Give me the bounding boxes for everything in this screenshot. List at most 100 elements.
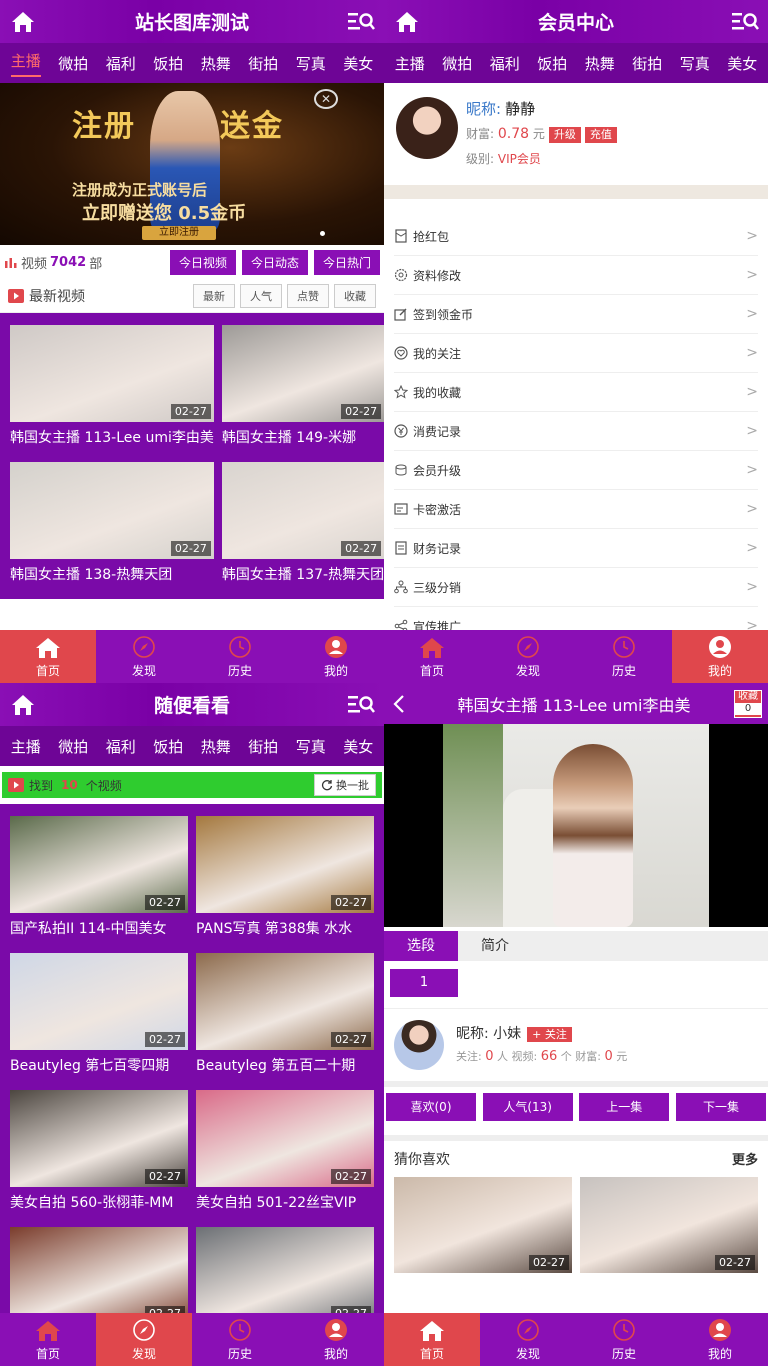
sort-popular-button[interactable]: 人气 xyxy=(240,283,282,308)
tab-episodes[interactable]: 选段 xyxy=(384,931,458,961)
video-card[interactable]: 02-27 Beautyleg 第七百零四期 xyxy=(10,953,188,1090)
category-tab[interactable]: 热舞 xyxy=(201,736,231,757)
video-thumbnail[interactable]: 02-27 xyxy=(10,462,214,559)
menu-search-icon[interactable] xyxy=(338,0,384,43)
video-player[interactable] xyxy=(384,724,768,927)
tab-home[interactable]: 首页 xyxy=(384,1313,480,1366)
menu-edit-profile[interactable]: 资料修改 > xyxy=(394,256,758,295)
popularity-button[interactable]: 人气(13) xyxy=(482,1093,573,1121)
category-tab[interactable]: 街拍 xyxy=(248,53,278,74)
video-title[interactable]: Beautyleg 第五百二十期 xyxy=(196,1050,374,1090)
video-card[interactable]: 02-27 国产私拍II 114-中国美女 xyxy=(10,816,188,953)
menu-consumption[interactable]: 消费记录 > xyxy=(394,412,758,451)
category-tab[interactable]: 写真 xyxy=(296,736,326,757)
sort-favorites-button[interactable]: 收藏 xyxy=(334,283,376,308)
video-frame[interactable] xyxy=(443,724,709,927)
recommend-card[interactable]: 02-27 xyxy=(394,1177,572,1273)
video-title[interactable]: 国产私拍II 114-中国美女 xyxy=(10,913,188,953)
video-title[interactable]: 韩国女主播 113-Lee umi李由美 xyxy=(10,422,214,462)
menu-distribution[interactable]: 三级分销 > xyxy=(394,568,758,607)
category-tab[interactable]: 街拍 xyxy=(632,53,662,74)
video-title[interactable]: 韩国女主播 138-热舞天团 xyxy=(10,559,214,599)
video-card[interactable]: 02-27 韩国女主播 149-米娜 xyxy=(221,325,384,462)
category-tab[interactable]: 美女 xyxy=(343,736,373,757)
home-icon[interactable] xyxy=(0,683,46,726)
category-tab-zhubo[interactable]: 主播 xyxy=(10,50,41,77)
video-thumbnail[interactable]: 02-27 xyxy=(221,325,384,422)
tab-discover[interactable]: 发现 xyxy=(480,630,576,683)
tab-intro[interactable]: 简介 xyxy=(458,931,532,961)
banner-close-icon[interactable]: ✕ xyxy=(314,89,338,109)
sort-likes-button[interactable]: 点赞 xyxy=(287,283,329,308)
video-title[interactable]: 韩国女主播 137-热舞天团 xyxy=(222,559,384,599)
refresh-button[interactable]: 换一批 xyxy=(314,774,376,796)
menu-following[interactable]: 我的关注 > xyxy=(394,334,758,373)
menu-search-icon[interactable] xyxy=(722,0,768,43)
video-thumbnail[interactable]: 02-27 xyxy=(10,1227,188,1324)
category-tab[interactable]: 福利 xyxy=(106,736,136,757)
category-tab[interactable]: 热舞 xyxy=(585,53,615,74)
category-tab[interactable]: 热舞 xyxy=(201,53,231,74)
today-activity-button[interactable]: 今日动态 xyxy=(241,249,308,275)
video-card[interactable]: 02-27 美女自拍 560-张栩菲-MM xyxy=(10,1090,188,1227)
video-thumbnail[interactable]: 02-27 xyxy=(10,816,188,913)
tab-home[interactable]: 首页 xyxy=(0,1313,96,1366)
video-card[interactable]: 02-27 韩国女主播 113-Lee umi李由美 xyxy=(10,325,214,462)
category-tab[interactable]: 福利 xyxy=(106,53,136,74)
today-hot-button[interactable]: 今日热门 xyxy=(313,249,380,275)
category-tab[interactable]: 美女 xyxy=(727,53,757,74)
video-thumbnail[interactable]: 02-27 xyxy=(196,953,374,1050)
follow-button[interactable]: + 关注 xyxy=(527,1026,572,1042)
video-thumbnail[interactable]: 02-27 xyxy=(196,1227,374,1324)
like-button[interactable]: 喜欢(0) xyxy=(386,1093,476,1121)
video-card[interactable]: 02-27 PANS写真 第388集 水水 xyxy=(196,816,374,953)
video-title[interactable]: 美女自拍 501-22丝宝VIP xyxy=(196,1187,374,1227)
menu-finance[interactable]: 财务记录 > xyxy=(394,529,758,568)
video-title[interactable]: PANS写真 第388集 水水 xyxy=(196,913,374,953)
menu-upgrade[interactable]: 会员升级 > xyxy=(394,451,758,490)
category-tab[interactable]: 微拍 xyxy=(58,53,88,74)
favorite-button[interactable]: 收藏 0 xyxy=(734,689,762,718)
tab-history[interactable]: 历史 xyxy=(192,1313,288,1366)
avatar[interactable] xyxy=(394,1020,444,1070)
video-thumbnail[interactable]: 02-27 xyxy=(196,816,374,913)
category-tab[interactable]: 饭拍 xyxy=(537,53,567,74)
video-title[interactable]: 韩国女主播 149-米娜 xyxy=(222,422,384,462)
back-icon[interactable] xyxy=(384,694,414,714)
banner-register-button[interactable]: 立即注册 xyxy=(142,226,216,240)
carousel-dot[interactable] xyxy=(320,231,325,236)
tab-history[interactable]: 历史 xyxy=(192,630,288,683)
video-card[interactable]: 02-27 韩国女主播 137-热舞天团 xyxy=(221,462,384,599)
tab-me[interactable]: 我的 xyxy=(672,630,768,683)
home-icon[interactable] xyxy=(0,0,46,43)
promo-banner[interactable]: 注册 送金 注册成为正式账号后 立即赠送您 0.5金币 立即注册 ✕ xyxy=(0,83,384,245)
category-tab[interactable]: 主播 xyxy=(11,736,41,757)
sort-latest-button[interactable]: 最新 xyxy=(193,283,235,308)
category-tab[interactable]: 写真 xyxy=(296,53,326,74)
category-tab[interactable]: 微拍 xyxy=(442,53,472,74)
tab-discover[interactable]: 发现 xyxy=(96,1313,192,1366)
video-card[interactable]: 02-27 美女自拍 501-22丝宝VIP xyxy=(196,1090,374,1227)
episode-button[interactable]: 1 xyxy=(390,969,458,997)
category-tab[interactable]: 主播 xyxy=(395,53,425,74)
menu-red-packet[interactable]: 抢红包 > xyxy=(394,217,758,256)
category-tab[interactable]: 美女 xyxy=(343,53,373,74)
tab-me[interactable]: 我的 xyxy=(288,630,384,683)
video-thumbnail[interactable]: 02-27 xyxy=(10,953,188,1050)
tab-history[interactable]: 历史 xyxy=(576,1313,672,1366)
recharge-button[interactable]: 充值 xyxy=(584,127,617,143)
menu-favorites[interactable]: 我的收藏 > xyxy=(394,373,758,412)
tab-home[interactable]: 首页 xyxy=(0,630,96,683)
video-title[interactable]: Beautyleg 第七百零四期 xyxy=(10,1050,188,1090)
home-icon[interactable] xyxy=(384,0,430,43)
video-card[interactable]: 02-27 韩国女主播 138-热舞天团 xyxy=(10,462,214,599)
video-thumbnail[interactable]: 02-27 xyxy=(196,1090,374,1187)
video-title[interactable]: 美女自拍 560-张栩菲-MM xyxy=(10,1187,188,1227)
tab-discover[interactable]: 发现 xyxy=(480,1313,576,1366)
avatar[interactable] xyxy=(396,97,458,159)
tab-me[interactable]: 我的 xyxy=(288,1313,384,1366)
upgrade-button[interactable]: 升级 xyxy=(548,127,581,143)
category-tab[interactable]: 饭拍 xyxy=(153,53,183,74)
video-thumbnail[interactable]: 02-27 xyxy=(221,462,384,559)
tab-history[interactable]: 历史 xyxy=(576,630,672,683)
